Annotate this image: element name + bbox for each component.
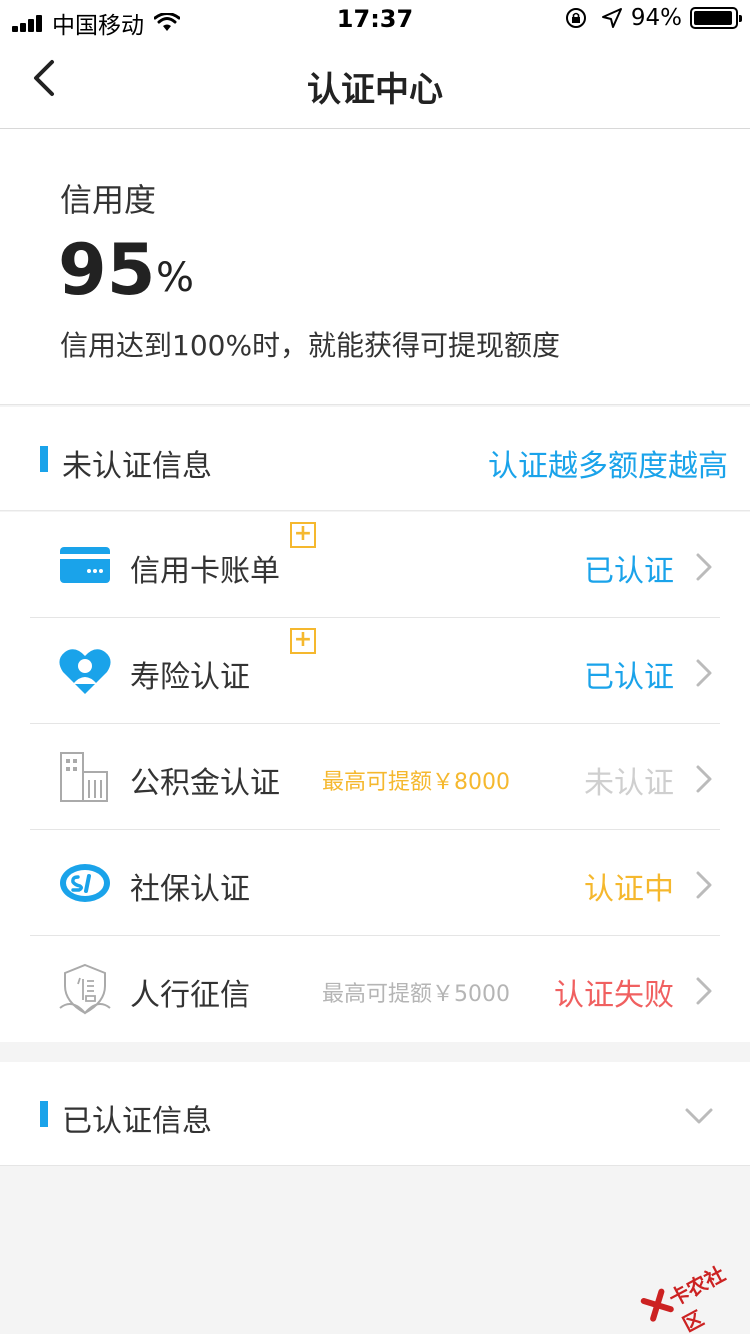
credit-title: 信用度 — [60, 181, 157, 219]
verified-section-header[interactable]: 已认证信息 — [0, 1062, 750, 1166]
item-quota: 最高可提额￥5000 — [322, 982, 510, 1007]
battery-icon — [690, 7, 742, 29]
item-status: 认证失败 — [554, 978, 674, 1013]
item-label: 人行征信 — [130, 978, 250, 1013]
plus-badge-icon: + — [290, 522, 316, 548]
list-item-life-insurance[interactable]: 寿险认证 + 已认证 — [0, 618, 750, 724]
plus-badge-icon: + — [290, 628, 316, 654]
item-label: 信用卡账单 — [130, 554, 280, 589]
chevron-right-icon — [696, 871, 712, 899]
list-item-pboc-credit[interactable]: 人行征信 最高可提额￥5000 认证失败 — [0, 936, 750, 1042]
list-item-social-security[interactable]: 社保认证 认证中 — [0, 830, 750, 936]
heart-person-icon — [59, 649, 111, 694]
page-title: 认证中心 — [307, 70, 443, 110]
chevron-right-icon — [696, 765, 712, 793]
list-item-credit-card-bill[interactable]: 信用卡账单 + 已认证 — [0, 512, 750, 618]
item-status: 未认证 — [584, 766, 674, 801]
building-icon — [60, 752, 108, 802]
location-icon — [601, 8, 622, 28]
rotation-lock-icon — [565, 8, 586, 28]
credit-description: 信用达到100%时，就能获得可提现额度 — [60, 329, 561, 362]
item-label: 寿险认证 — [130, 660, 250, 695]
chevron-right-icon — [696, 553, 712, 581]
unverified-section-title: 未认证信息 — [62, 449, 212, 484]
chevron-down-icon[interactable] — [684, 1106, 714, 1126]
watermark-text: 卡农社区 — [664, 1261, 730, 1334]
list-item-housing-fund[interactable]: 公积金认证 最高可提额￥8000 未认证 — [0, 724, 750, 830]
item-status: 认证中 — [584, 872, 674, 907]
battery-percent: 94% — [630, 5, 682, 31]
social-security-icon — [60, 864, 110, 902]
status-right: 94% — [565, 5, 742, 31]
item-label: 社保认证 — [130, 872, 250, 907]
verification-list: 信用卡账单 + 已认证 寿险认证 + 已认证 公积金认证 最高可提额￥8000 … — [0, 512, 750, 1042]
section-accent-bar — [40, 446, 48, 472]
watermark-logo: 卡农社区 — [632, 1240, 748, 1334]
chevron-right-icon — [696, 977, 712, 1005]
item-status: 已认证 — [584, 554, 674, 589]
section-accent-bar — [40, 1101, 48, 1127]
status-bar: 中国移动 17:37 94% — [0, 0, 750, 40]
shield-icon — [59, 963, 111, 1015]
verified-section-title: 已认证信息 — [62, 1104, 212, 1139]
item-label: 公积金认证 — [130, 766, 280, 801]
item-status: 已认证 — [584, 660, 674, 695]
chevron-right-icon — [696, 659, 712, 687]
item-quota: 最高可提额￥8000 — [322, 770, 510, 795]
nav-bar: 认证中心 — [0, 40, 750, 129]
more-verification-link[interactable]: 认证越多额度越高 — [488, 441, 728, 485]
credit-summary: 信用度 95 % 信用达到100%时，就能获得可提现额度 — [0, 129, 750, 405]
credit-value: 95 — [58, 229, 156, 311]
credit-card-icon — [60, 547, 110, 583]
unverified-section-header: 未认证信息 认证越多额度越高 — [0, 407, 750, 511]
credit-unit: % — [156, 255, 195, 301]
